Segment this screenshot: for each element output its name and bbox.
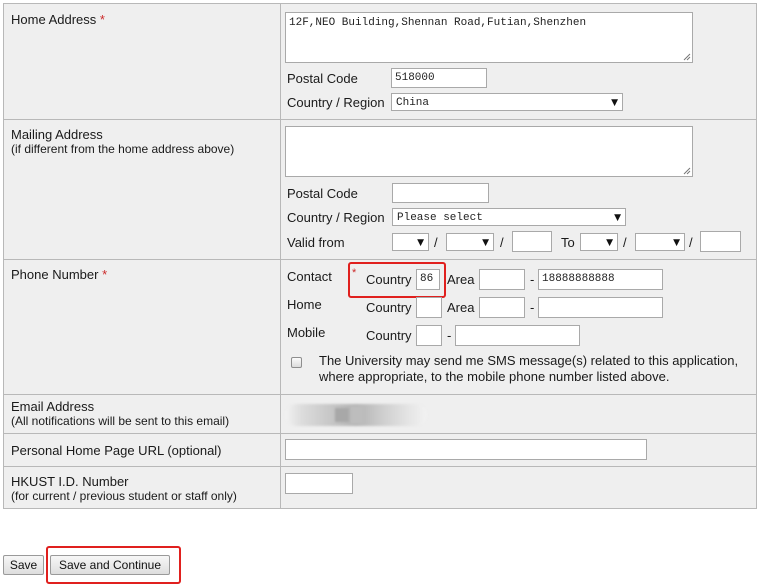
phone-number-label-text: Phone Number <box>11 267 99 282</box>
phone-dash: - <box>530 300 535 315</box>
hkust-id-input[interactable] <box>285 473 353 494</box>
homepage-url-label: Personal Home Page URL (optional) <box>11 443 222 458</box>
required-mark: * <box>99 12 105 27</box>
mailing-country-select[interactable]: Please select ▼ <box>392 208 626 226</box>
mobile-phone-label: Mobile <box>287 325 326 340</box>
home-phone-label: Home <box>287 297 322 312</box>
home-country-select[interactable]: China ▼ <box>391 93 623 111</box>
dropdown-arrow-icon: ▼ <box>482 238 489 248</box>
phone-dash: - <box>530 272 535 287</box>
contact-area-code-input[interactable] <box>479 269 525 290</box>
highlight-box <box>46 546 181 584</box>
row-divider <box>4 433 756 434</box>
dropdown-arrow-icon: ▼ <box>606 238 613 248</box>
dropdown-arrow-icon: ▼ <box>673 238 680 248</box>
mailing-address-label-text: Mailing Address <box>11 127 103 142</box>
dropdown-arrow-icon: ▼ <box>614 213 621 223</box>
homepage-url-input[interactable] <box>285 439 647 460</box>
mobile-country-label: Country <box>366 328 412 343</box>
home-country-code-input[interactable] <box>416 297 442 318</box>
valid-from-day-select[interactable]: ▼ <box>392 233 429 251</box>
redaction-block <box>351 406 363 424</box>
contact-area-label: Area <box>447 272 475 287</box>
dropdown-arrow-icon: ▼ <box>611 98 618 108</box>
hkust-id-sublabel: (for current / previous student or staff… <box>11 489 237 503</box>
redaction-block <box>335 408 349 422</box>
sms-consent-checkbox[interactable] <box>291 357 302 368</box>
mobile-number-input[interactable] <box>455 325 580 346</box>
home-address-value: 12F,NEO Building,Shennan Road,Futian,She… <box>289 17 587 29</box>
date-separator: / <box>623 235 627 250</box>
resize-grip-icon[interactable] <box>683 53 691 61</box>
contact-phone-label: Contact <box>287 269 332 284</box>
resize-grip-icon[interactable] <box>683 167 691 175</box>
date-separator: / <box>500 235 504 250</box>
mailing-address-sublabel: (if different from the home address abov… <box>11 142 235 156</box>
dropdown-arrow-icon: ▼ <box>417 238 424 248</box>
hkust-id-label: HKUST I.D. Number (for current / previou… <box>11 474 237 504</box>
valid-from-label: Valid from <box>287 235 345 250</box>
date-separator: / <box>689 235 693 250</box>
valid-to-month-select[interactable]: ▼ <box>635 233 685 251</box>
row-divider <box>4 119 756 120</box>
home-area-label: Area <box>447 300 475 315</box>
sms-consent-text: where appropriate, to the mobile phone n… <box>319 369 670 384</box>
home-number-input[interactable] <box>538 297 663 318</box>
valid-to-day-select[interactable]: ▼ <box>580 233 618 251</box>
sms-consent-text: The University may send me SMS message(s… <box>319 353 739 368</box>
home-postal-code-label: Postal Code <box>287 71 358 86</box>
highlight-box <box>348 262 446 298</box>
mailing-country-value: Please select <box>397 212 483 224</box>
home-area-code-input[interactable] <box>479 297 525 318</box>
home-address-textarea[interactable]: 12F,NEO Building,Shennan Road,Futian,She… <box>285 12 693 63</box>
valid-from-month-select[interactable]: ▼ <box>446 233 494 251</box>
valid-to-label: To <box>561 235 575 250</box>
email-address-sublabel: (All notifications will be sent to this … <box>11 414 230 428</box>
valid-to-year-input[interactable] <box>700 231 741 252</box>
home-country-label: Country <box>366 300 412 315</box>
row-divider <box>4 466 756 467</box>
date-separator: / <box>434 235 438 250</box>
email-address-label: Email Address (All notifications will be… <box>11 399 229 429</box>
mailing-address-textarea[interactable] <box>285 126 693 177</box>
contact-info-form: Home Address * 12F,NEO Building,Shennan … <box>3 3 757 509</box>
required-mark: * <box>102 267 108 282</box>
mobile-country-code-input[interactable] <box>416 325 442 346</box>
valid-from-year-input[interactable] <box>512 231 552 252</box>
row-divider <box>4 394 756 395</box>
mailing-country-label: Country / Region <box>287 210 385 225</box>
home-address-label-text: Home Address <box>11 12 97 27</box>
mailing-postal-code-input[interactable] <box>392 183 489 203</box>
home-address-label: Home Address * <box>11 12 105 27</box>
home-country-value: China <box>396 97 430 109</box>
contact-number-input[interactable]: 18888888888 <box>538 269 663 290</box>
mailing-postal-code-label: Postal Code <box>287 186 358 201</box>
mailing-address-label: Mailing Address (if different from the h… <box>11 127 234 157</box>
phone-number-label: Phone Number * <box>11 267 107 282</box>
hkust-id-label-text: HKUST I.D. Number <box>11 474 129 489</box>
email-address-label-text: Email Address <box>11 399 95 414</box>
phone-dash: - <box>447 328 452 343</box>
home-country-label: Country / Region <box>287 95 385 110</box>
row-divider <box>4 259 756 260</box>
redacted-email <box>285 404 427 426</box>
home-postal-code-input[interactable]: 518000 <box>391 68 487 88</box>
save-button[interactable]: Save <box>3 555 44 575</box>
